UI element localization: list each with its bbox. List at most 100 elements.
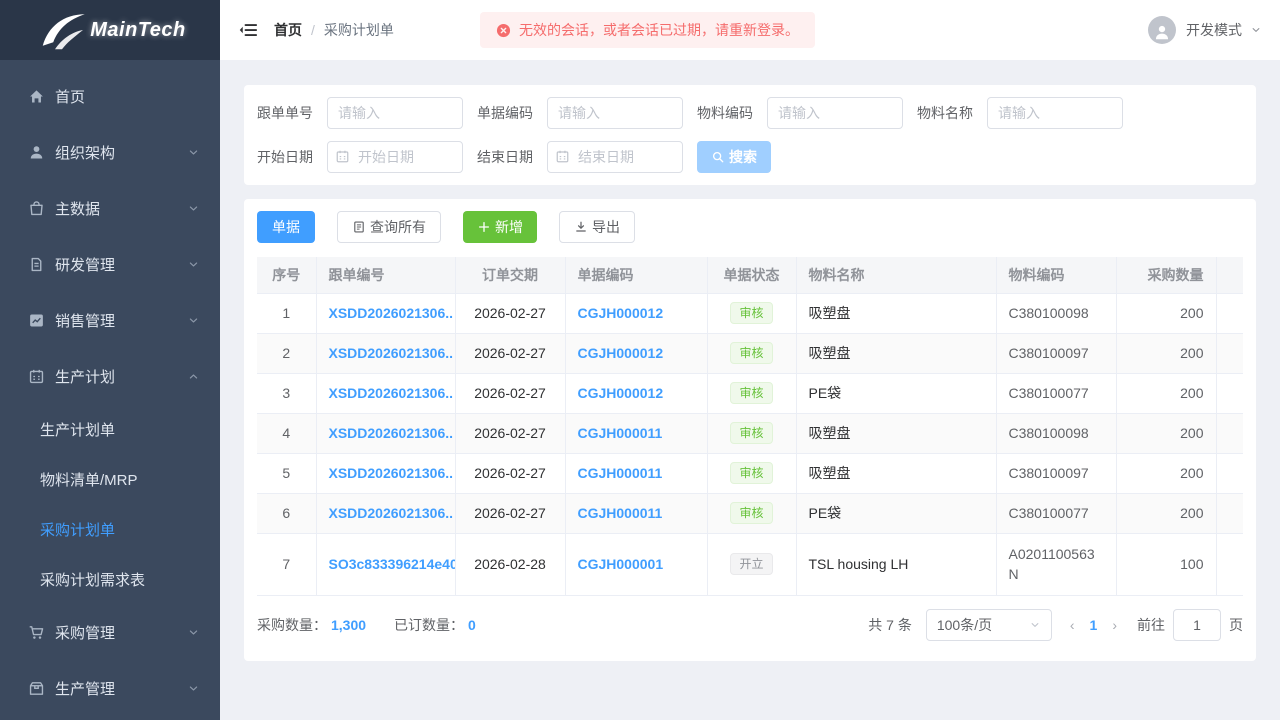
cell-material: TSL housing LH <box>796 533 996 595</box>
doc-no-link[interactable]: CGJH000012 <box>578 385 664 401</box>
column-header-7: 物料编码 <box>996 257 1116 293</box>
sidebar-item-rd-management[interactable]: 研发管理 <box>0 236 220 292</box>
alert-message: 无效的会话，或者会话已过期，请重新登录。 <box>519 20 799 40</box>
filter-panel: 跟单单号单据编码物料编码物料名称 开始日期结束日期 搜索 <box>244 85 1256 185</box>
search-button[interactable]: 搜索 <box>697 141 771 173</box>
order-no-link[interactable]: XSDD2026021306.. <box>329 385 454 401</box>
toolbar: 单据 查询所有 新增 导出 <box>257 211 1243 243</box>
pagination-total: 共 7 条 <box>868 615 912 635</box>
cell-delivery: 2026-02-27 <box>455 453 565 493</box>
cell-seq: 2 <box>257 333 316 373</box>
cell-extra <box>1216 533 1243 595</box>
table-body: 1XSDD2026021306..2026-02-27CGJH000012审核吸… <box>257 293 1243 595</box>
doc-no-link[interactable]: CGJH000011 <box>578 465 663 481</box>
doc-code-label: 单据编码 <box>477 103 533 123</box>
order-no-link[interactable]: SO3c833396214e40 <box>329 556 456 572</box>
doc-no-link[interactable]: CGJH000012 <box>578 305 664 321</box>
purchase-qty-label: 采购数量： <box>257 615 327 635</box>
search-icon <box>711 150 725 164</box>
prev-page-button[interactable]: ‹ <box>1064 617 1081 633</box>
start-date-input[interactable] <box>327 141 463 173</box>
order-no-link[interactable]: XSDD2026021306.. <box>329 345 454 361</box>
cell-code: C380100097 <box>996 333 1116 373</box>
cell-doc-no: CGJH000001 <box>565 533 707 595</box>
chart-icon <box>28 312 45 329</box>
order-no-link[interactable]: XSDD2026021306.. <box>329 425 454 441</box>
sidebar-subitem-purchase-plan-order[interactable]: 采购计划单 <box>0 504 220 554</box>
status-badge: 审核 <box>730 342 772 364</box>
cell-seq: 4 <box>257 413 316 453</box>
sidebar-item-home[interactable]: 首页 <box>0 68 220 124</box>
cell-code: C380100077 <box>996 493 1116 533</box>
chevron-down-icon <box>187 626 200 639</box>
ordered-qty-value: 0 <box>468 617 476 633</box>
next-page-button[interactable]: › <box>1106 617 1123 633</box>
cell-order-no: XSDD2026021306.. <box>316 293 455 333</box>
table-row: 4XSDD2026021306..2026-02-27CGJH000011审核吸… <box>257 413 1243 453</box>
table-panel: 单据 查询所有 新增 导出 <box>244 199 1256 661</box>
export-button[interactable]: 导出 <box>559 211 635 243</box>
avatar[interactable] <box>1148 16 1176 44</box>
column-header-3: 订单交期 <box>455 257 565 293</box>
sidebar-item-master-data[interactable]: 主数据 <box>0 180 220 236</box>
sidebar-subitem-purchase-plan-order-label: 采购计划单 <box>40 519 115 540</box>
sidebar-item-master-data-label: 主数据 <box>55 198 100 219</box>
doc-no-link[interactable]: CGJH000012 <box>578 345 664 361</box>
order-no-link[interactable]: XSDD2026021306.. <box>329 305 454 321</box>
page-size-select[interactable]: 100条/页 <box>926 609 1052 641</box>
material-name-field: 物料名称 <box>917 97 1137 129</box>
status-badge: 审核 <box>730 462 772 484</box>
doc-no-link[interactable]: CGJH000001 <box>578 556 664 572</box>
breadcrumb-current: 采购计划单 <box>324 20 394 40</box>
cell-material: 吸塑盘 <box>796 293 996 333</box>
add-button[interactable]: 新增 <box>463 211 537 243</box>
track-no-label: 跟单单号 <box>257 103 313 123</box>
sidebar-item-org-structure[interactable]: 组织架构 <box>0 124 220 180</box>
material-code-input[interactable] <box>767 97 903 129</box>
doc-no-link[interactable]: CGJH000011 <box>578 505 663 521</box>
breadcrumb-home[interactable]: 首页 <box>274 20 302 40</box>
user-menu[interactable]: 开发模式 <box>1148 16 1262 44</box>
sidebar-item-purchase-management[interactable]: 采购管理 <box>0 604 220 660</box>
end-date-control <box>547 141 683 173</box>
main-area: 首页 / 采购计划单 无效的会话，或者会话已过期，请重新登录。 开发模式 跟单单… <box>220 0 1280 720</box>
cell-delivery: 2026-02-27 <box>455 333 565 373</box>
doc-code-field: 单据编码 <box>477 97 697 129</box>
status-badge: 审核 <box>730 422 772 444</box>
column-header-5: 单据状态 <box>707 257 796 293</box>
material-name-input[interactable] <box>987 97 1123 129</box>
cell-qty: 200 <box>1116 453 1216 493</box>
cell-code: C380100077 <box>996 373 1116 413</box>
sidebar-subitem-production-plan-order[interactable]: 生产计划单 <box>0 404 220 454</box>
breadcrumb: 首页 / 采购计划单 <box>274 20 394 40</box>
doc-code-control <box>547 97 683 129</box>
table-row: 3XSDD2026021306..2026-02-27CGJH000012审核P… <box>257 373 1243 413</box>
app-root: MainTech 首页组织架构主数据研发管理销售管理生产计划生产计划单物料清单/… <box>0 0 1280 720</box>
cell-status: 审核 <box>707 453 796 493</box>
track-no-field: 跟单单号 <box>257 97 477 129</box>
sidebar-subitem-bom-mrp[interactable]: 物料清单/MRP <box>0 454 220 504</box>
user-icon <box>28 144 45 161</box>
sidebar-item-sales-management[interactable]: 销售管理 <box>0 292 220 348</box>
cell-seq: 5 <box>257 453 316 493</box>
add-label: 新增 <box>495 217 523 237</box>
end-date-input[interactable] <box>547 141 683 173</box>
doc-no-link[interactable]: CGJH000011 <box>578 425 663 441</box>
goto-page-input[interactable] <box>1173 609 1221 641</box>
sidebar-fold-icon[interactable] <box>238 20 258 40</box>
cell-qty: 200 <box>1116 333 1216 373</box>
cell-material: PE袋 <box>796 373 996 413</box>
document-button[interactable]: 单据 <box>257 211 315 243</box>
cell-extra <box>1216 373 1243 413</box>
sidebar-subitem-purchase-plan-demand[interactable]: 采购计划需求表 <box>0 554 220 604</box>
doc-code-input[interactable] <box>547 97 683 129</box>
sidebar-item-production-plan[interactable]: 生产计划 <box>0 348 220 404</box>
track-no-input[interactable] <box>327 97 463 129</box>
order-no-link[interactable]: XSDD2026021306.. <box>329 465 454 481</box>
current-page[interactable]: 1 <box>1081 617 1107 633</box>
logo: MainTech <box>0 0 220 60</box>
export-label: 导出 <box>592 217 620 237</box>
query-all-button[interactable]: 查询所有 <box>337 211 441 243</box>
sidebar-item-production-management[interactable]: 生产管理 <box>0 660 220 716</box>
order-no-link[interactable]: XSDD2026021306.. <box>329 505 454 521</box>
